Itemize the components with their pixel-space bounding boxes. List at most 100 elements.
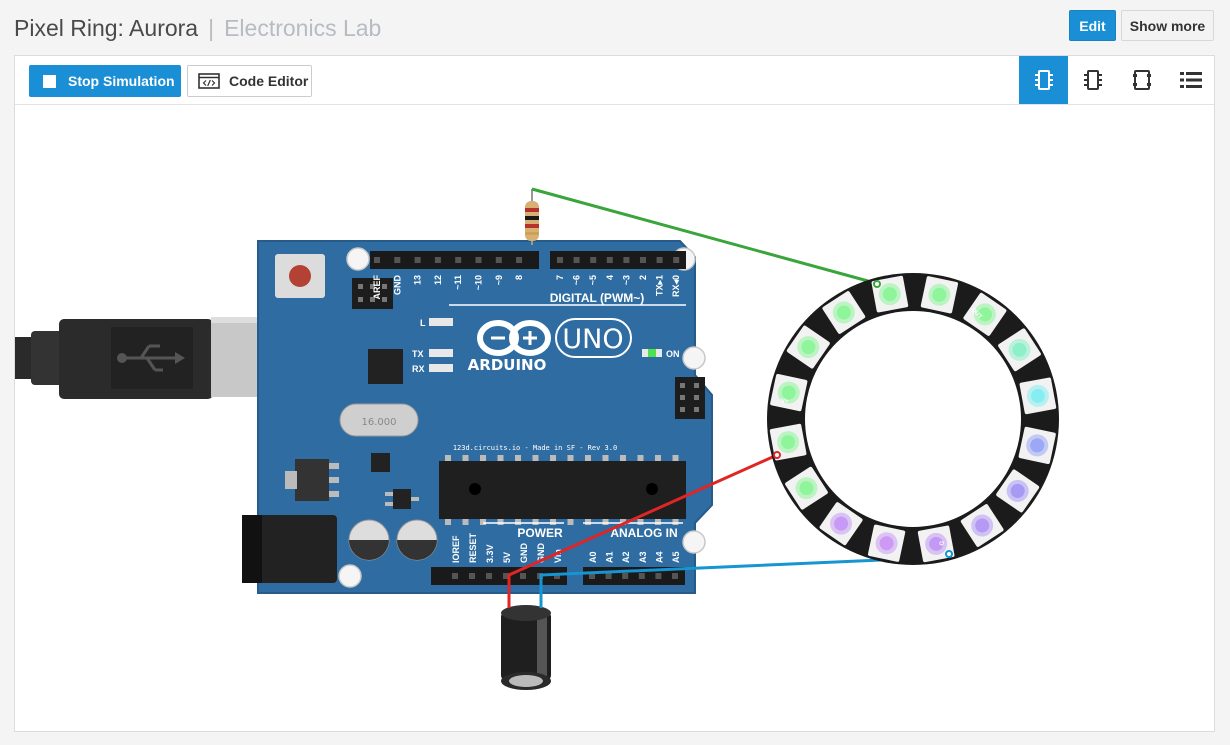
mount-hole xyxy=(338,564,362,588)
digital-pin-label: 4 xyxy=(605,275,615,280)
pin-hole[interactable] xyxy=(590,257,597,263)
pin-hole[interactable] xyxy=(469,573,475,579)
pin-hole[interactable] xyxy=(520,573,526,579)
pin-hole[interactable] xyxy=(486,573,492,579)
pad-gnd[interactable] xyxy=(945,550,953,558)
digital-pin-label: ~3 xyxy=(621,275,631,285)
neopixel[interactable] xyxy=(920,276,959,314)
tab-breadboard-view[interactable] xyxy=(1117,56,1166,104)
uno-label: UNO xyxy=(562,324,623,355)
circuit-drawing: AREF GND 13 12 ~11 ~10 ~9 8 7 ~6 ~5 4 ~3 2 TX▸1 RX◂0 DI… xyxy=(15,187,1059,690)
pin-hole[interactable] xyxy=(455,257,462,263)
digital-label: DIGITAL (PWM~) xyxy=(550,291,645,305)
pin-hole[interactable] xyxy=(640,257,646,263)
mount-hole xyxy=(346,247,370,271)
pin-hole[interactable] xyxy=(638,573,645,579)
resistor[interactable] xyxy=(525,189,539,245)
neopixel[interactable] xyxy=(1018,426,1056,465)
power-led xyxy=(648,349,656,357)
digital-pin-label: TX▸1 xyxy=(655,275,665,296)
stop-icon xyxy=(43,74,56,88)
project-subtitle: Electronics Lab xyxy=(224,15,382,41)
power-pin-label: RESET xyxy=(468,532,478,563)
power-pin-label: 3.3V xyxy=(485,544,495,563)
pin-hole[interactable] xyxy=(673,257,680,263)
pin-hole[interactable] xyxy=(557,257,563,263)
digital-pin-label: AREF xyxy=(372,274,382,299)
pin-hole[interactable] xyxy=(394,257,401,263)
code-editor-label: Code Editor xyxy=(229,73,309,89)
analog-pin-label: A1 xyxy=(605,551,615,563)
list-icon xyxy=(1179,72,1202,88)
show-more-button[interactable]: Show more xyxy=(1121,10,1214,41)
page-title: Pixel Ring: Aurora | Electronics Lab xyxy=(14,15,381,42)
digital-pin-label: 12 xyxy=(433,275,443,285)
project-title: Pixel Ring: Aurora xyxy=(14,15,199,41)
pin-hole[interactable] xyxy=(495,257,502,263)
pin-hole[interactable] xyxy=(623,257,630,263)
digital-pin-label: ~11 xyxy=(453,275,463,290)
code-editor-icon xyxy=(198,73,220,89)
power-pin-label: 5V xyxy=(502,552,512,563)
neopixel[interactable] xyxy=(1019,377,1057,415)
neopixel[interactable] xyxy=(770,373,808,412)
pin-hole[interactable] xyxy=(434,257,441,263)
stop-simulation-button[interactable]: Stop Simulation xyxy=(29,65,181,97)
led-l-label: L xyxy=(420,318,426,328)
analog-pin-label: A0 xyxy=(588,551,598,563)
pin-hole[interactable] xyxy=(475,257,482,263)
pin-hole[interactable] xyxy=(622,573,629,579)
pin-hole[interactable] xyxy=(374,257,380,263)
tab-schematic-view[interactable] xyxy=(1019,56,1068,104)
code-editor-button[interactable]: Code Editor xyxy=(187,65,312,97)
edit-button[interactable]: Edit xyxy=(1069,10,1116,41)
pin-hole[interactable] xyxy=(452,573,458,579)
arduino-uno-board[interactable]: AREF GND 13 12 ~11 ~10 ~9 8 7 ~6 ~5 4 ~3 2 TX▸1 RX◂0 DI… xyxy=(242,240,713,594)
pin-hole[interactable] xyxy=(672,573,678,579)
pin-hole[interactable] xyxy=(606,257,613,263)
simulator-panel: Stop Simulation Code Editor AREF GND 13 … xyxy=(14,55,1215,732)
arduino-wordmark: ARDUINO xyxy=(468,356,547,374)
simulator-toolbar: Stop Simulation Code Editor xyxy=(15,56,1214,105)
reset-button-cap[interactable] xyxy=(289,265,311,287)
pin-hole[interactable] xyxy=(605,573,612,579)
mount-hole xyxy=(682,530,706,554)
analog-pin-label: A5 xyxy=(671,551,681,563)
pin-hole[interactable] xyxy=(655,573,662,579)
digital-pin-label: ~5 xyxy=(588,275,598,285)
digital-pin-label: 8 xyxy=(514,275,524,280)
tab-component-list[interactable] xyxy=(1166,56,1215,104)
board-credit: 123d.circuits.io - Made in SF - Rev 3.0 xyxy=(453,444,617,452)
analog-pin-label: A4 xyxy=(654,551,664,563)
electrolytic-capacitor[interactable] xyxy=(501,605,551,690)
power-pin-label: IOREF xyxy=(451,535,461,563)
digital-pin-label: 7 xyxy=(555,275,565,280)
stop-simulation-label: Stop Simulation xyxy=(68,73,175,89)
pad-in[interactable] xyxy=(873,280,881,288)
digital-pin-label: GND xyxy=(392,275,402,296)
pad-vplus[interactable] xyxy=(773,451,781,459)
view-tabs xyxy=(1019,56,1215,104)
tab-component-view[interactable] xyxy=(1068,56,1117,104)
led-rx-label: RX xyxy=(412,364,425,374)
usb-chip xyxy=(368,349,403,384)
neopixel[interactable] xyxy=(867,524,906,562)
neopixel-ring[interactable]: IN OUT V+ G xyxy=(767,273,1059,565)
circuit-canvas[interactable]: AREF GND 13 12 ~11 ~10 ~9 8 7 ~6 ~5 4 ~3 2 TX▸1 RX◂0 DI… xyxy=(15,105,1214,731)
pin-hole[interactable] xyxy=(414,257,421,263)
title-separator: | xyxy=(208,15,215,41)
mount-hole xyxy=(682,346,706,370)
pin-hole[interactable] xyxy=(573,257,580,263)
digital-pin-label: ~9 xyxy=(494,275,504,285)
crystal-label: 16.000 xyxy=(362,417,397,428)
pad-vplus-label: V+ xyxy=(781,399,789,405)
pin-hole[interactable] xyxy=(656,257,663,263)
analog-label: ANALOG IN xyxy=(610,526,677,540)
project-header: Pixel Ring: Aurora | Electronics Lab Edit … xyxy=(0,0,1230,56)
on-label: ON xyxy=(666,349,680,359)
power-label: POWER xyxy=(517,526,563,540)
digital-pin-label: ~6 xyxy=(572,275,582,285)
component-view-icon xyxy=(1083,70,1102,90)
pin-hole[interactable] xyxy=(516,257,523,263)
chip-view-icon xyxy=(1034,70,1053,90)
